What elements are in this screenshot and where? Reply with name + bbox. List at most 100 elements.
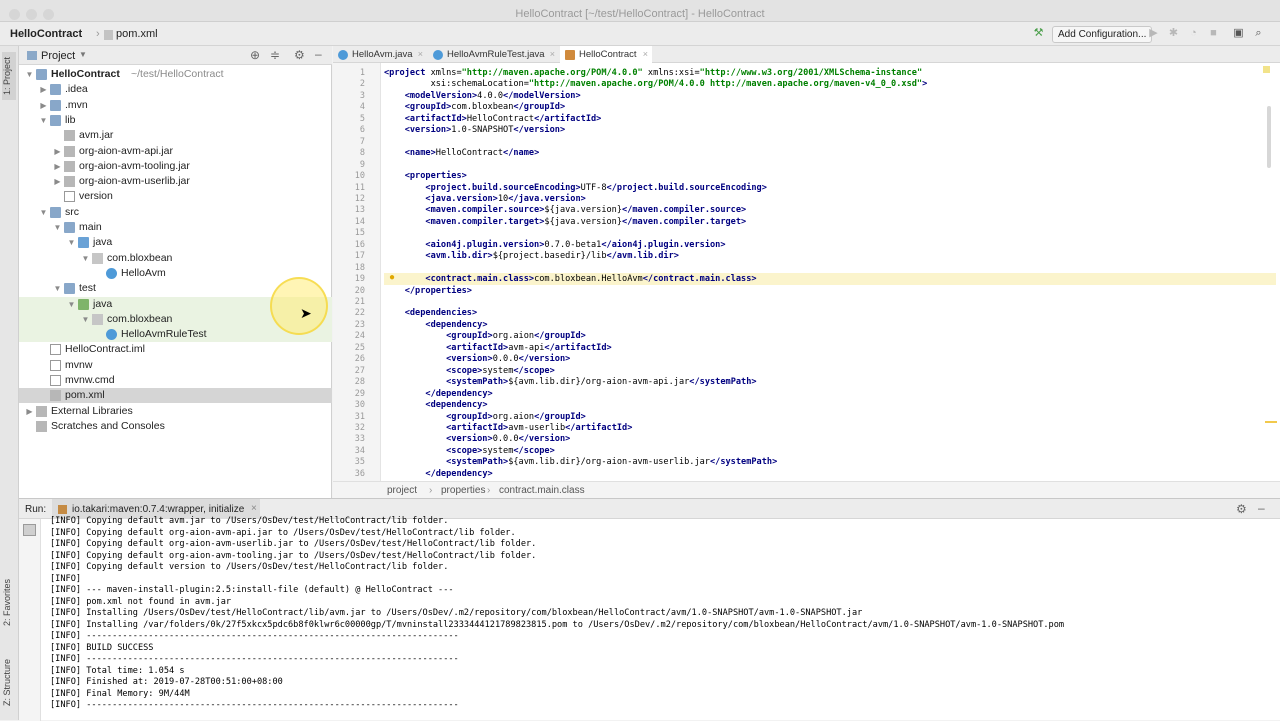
expanded-arrow-icon[interactable]: ▼ [67, 297, 76, 312]
code-line[interactable]: <modelVersion>4.0.0</modelVersion> [384, 91, 581, 103]
tree-item[interactable]: avm.jar [19, 128, 332, 143]
structure-tool-tab[interactable]: Z: Structure [2, 652, 16, 712]
code-line[interactable]: <contract.main.class>com.bloxbean.HelloA… [384, 274, 756, 286]
collapsed-arrow-icon[interactable]: ▶ [53, 174, 62, 189]
tree-item[interactable]: mvnw [19, 358, 332, 373]
tree-item[interactable]: ▼ lib [19, 113, 332, 128]
tree-item[interactable]: ▶ org-aion-avm-api.jar [19, 144, 332, 159]
project-structure-icon[interactable]: ▣ [1232, 27, 1245, 40]
stop-icon[interactable]: ■ [1207, 27, 1220, 40]
close-tab-icon[interactable]: × [643, 46, 648, 63]
locate-file-icon[interactable]: ⊕ [250, 48, 260, 62]
code-line[interactable]: <groupId>com.bloxbean</groupId> [384, 102, 565, 114]
tree-item[interactable]: pom.xml [19, 388, 332, 404]
project-view-select[interactable]: Project [41, 50, 75, 62]
editor-scrollbar[interactable] [1267, 106, 1271, 168]
search-everywhere-icon[interactable]: ⌕ [1252, 27, 1265, 40]
expanded-arrow-icon[interactable]: ▼ [81, 251, 90, 266]
hammer-build-icon[interactable]: ⚒ [1032, 27, 1045, 40]
restore-layout-icon[interactable] [23, 524, 36, 536]
code-line[interactable]: </properties> [384, 286, 472, 298]
tree-item[interactable]: ▼ main [19, 220, 332, 235]
expanded-arrow-icon[interactable]: ▼ [53, 220, 62, 235]
code-line[interactable]: <version>0.0.0</version> [384, 354, 570, 366]
tree-item[interactable]: ▶ .idea [19, 82, 332, 97]
collapsed-arrow-icon[interactable]: ▶ [53, 159, 62, 174]
code-line[interactable]: <artifactId>avm-userlib</artifactId> [384, 423, 632, 435]
tree-item[interactable]: ▼ HelloContract ~/test/HelloContract [19, 67, 332, 82]
project-tool-tab[interactable]: 1: Project [2, 52, 16, 100]
code-line[interactable]: <systemPath>${avm.lib.dir}/org-aion-avm-… [384, 377, 756, 389]
collapsed-arrow-icon[interactable]: ▶ [39, 82, 48, 97]
tree-item[interactable]: Scratches and Consoles [19, 419, 332, 434]
warning-marker[interactable] [1263, 66, 1270, 73]
code-line[interactable]: xsi:schemaLocation="http://maven.apache.… [384, 79, 928, 91]
tab-hellocontract-pom[interactable]: HelloContract × [560, 46, 652, 63]
coverage-icon[interactable]: ◔ [1187, 27, 1200, 40]
nav-file[interactable]: pom.xml [116, 28, 158, 40]
code-line[interactable]: <dependencies> [384, 308, 477, 320]
code-line[interactable]: <maven.compiler.target>${java.version}</… [384, 217, 746, 229]
run-icon[interactable]: ▶ [1147, 27, 1160, 40]
code-line[interactable]: <scope>system</scope> [384, 446, 555, 458]
nav-project[interactable]: HelloContract [10, 28, 82, 40]
code-line[interactable]: <properties> [384, 171, 467, 183]
tree-item[interactable]: ▼ src [19, 205, 332, 220]
code-line[interactable]: <avm.lib.dir>${project.basedir}/lib</avm… [384, 251, 679, 263]
close-tab-icon[interactable]: × [550, 46, 555, 63]
chevron-down-icon[interactable]: ▼ [79, 50, 87, 59]
breadcrumb-properties[interactable]: properties [441, 482, 485, 499]
collapsed-arrow-icon[interactable]: ▶ [53, 144, 62, 159]
expanded-arrow-icon[interactable]: ▼ [81, 312, 90, 327]
code-line[interactable]: <project xmlns="http://maven.apache.org/… [384, 68, 922, 80]
gear-icon[interactable]: ⚙ [1236, 502, 1247, 516]
collapse-all-icon[interactable]: ≑ [270, 48, 280, 62]
hide-panel-icon[interactable]: – [1258, 501, 1265, 515]
tree-item[interactable]: mvnw.cmd [19, 373, 332, 388]
code-line[interactable]: <java.version>10</java.version> [384, 194, 585, 206]
tree-item[interactable]: ▶ org-aion-avm-userlib.jar [19, 174, 332, 189]
code-line[interactable]: <maven.compiler.source>${java.version}</… [384, 205, 746, 217]
tree-item[interactable]: ▶ org-aion-avm-tooling.jar [19, 159, 332, 174]
expanded-arrow-icon[interactable]: ▼ [39, 205, 48, 220]
tree-item[interactable]: version [19, 189, 332, 204]
gear-icon[interactable]: ⚙ [294, 48, 305, 62]
code-line[interactable]: <scope>system</scope> [384, 366, 555, 378]
expanded-arrow-icon[interactable]: ▼ [25, 67, 34, 82]
expanded-arrow-icon[interactable]: ▼ [67, 235, 76, 250]
code-line[interactable]: </dependency> [384, 389, 492, 401]
collapsed-arrow-icon[interactable]: ▶ [25, 404, 34, 419]
code-line[interactable]: <dependency> [384, 400, 487, 412]
code-line[interactable]: <groupId>org.aion</groupId> [384, 412, 586, 424]
debug-icon[interactable]: ✱ [1167, 27, 1180, 40]
code-line[interactable]: <groupId>org.aion</groupId> [384, 331, 586, 343]
breadcrumb-project[interactable]: project [387, 482, 417, 499]
code-line[interactable]: <name>HelloContract</name> [384, 148, 540, 160]
code-line[interactable]: <dependency> [384, 320, 487, 332]
code-line[interactable]: <artifactId>HelloContract</artifactId> [384, 114, 602, 126]
tab-helloavm-java[interactable]: HelloAvm.java × [333, 46, 427, 63]
tree-item[interactable]: HelloContract.iml [19, 342, 332, 357]
hide-panel-icon[interactable]: – [315, 47, 322, 61]
tree-item[interactable]: HelloAvm [19, 266, 332, 281]
tree-item[interactable]: ▼ com.bloxbean [19, 251, 332, 266]
code-line[interactable]: <version>1.0-SNAPSHOT</version> [384, 125, 565, 137]
expanded-arrow-icon[interactable]: ▼ [53, 281, 62, 296]
tree-item[interactable]: ▶ .mvn [19, 98, 332, 113]
code-line[interactable]: <systemPath>${avm.lib.dir}/org-aion-avm-… [384, 457, 777, 469]
close-tab-icon[interactable]: × [251, 503, 257, 514]
collapsed-arrow-icon[interactable]: ▶ [39, 98, 48, 113]
tab-helloavmruletest-java[interactable]: HelloAvmRuleTest.java × [428, 46, 559, 63]
add-configuration-button[interactable]: Add Configuration... [1052, 26, 1153, 43]
code-line[interactable]: <version>0.0.0</version> [384, 434, 570, 446]
breadcrumb-contract-main-class[interactable]: contract.main.class [499, 482, 585, 499]
error-stripe-marker[interactable] [1265, 421, 1277, 423]
code-line[interactable]: <artifactId>avm-api</artifactId> [384, 343, 612, 355]
code-line[interactable]: <aion4j.plugin.version>0.7.0-beta1</aion… [384, 240, 725, 252]
code-line[interactable]: <project.build.sourceEncoding>UTF-8</pro… [384, 183, 767, 195]
tree-item[interactable]: ▶ External Libraries [19, 404, 332, 419]
expanded-arrow-icon[interactable]: ▼ [39, 113, 48, 128]
close-tab-icon[interactable]: × [418, 46, 423, 63]
tree-item[interactable]: ▼ java [19, 235, 332, 250]
favorites-tool-tab[interactable]: 2: Favorites [2, 576, 16, 628]
